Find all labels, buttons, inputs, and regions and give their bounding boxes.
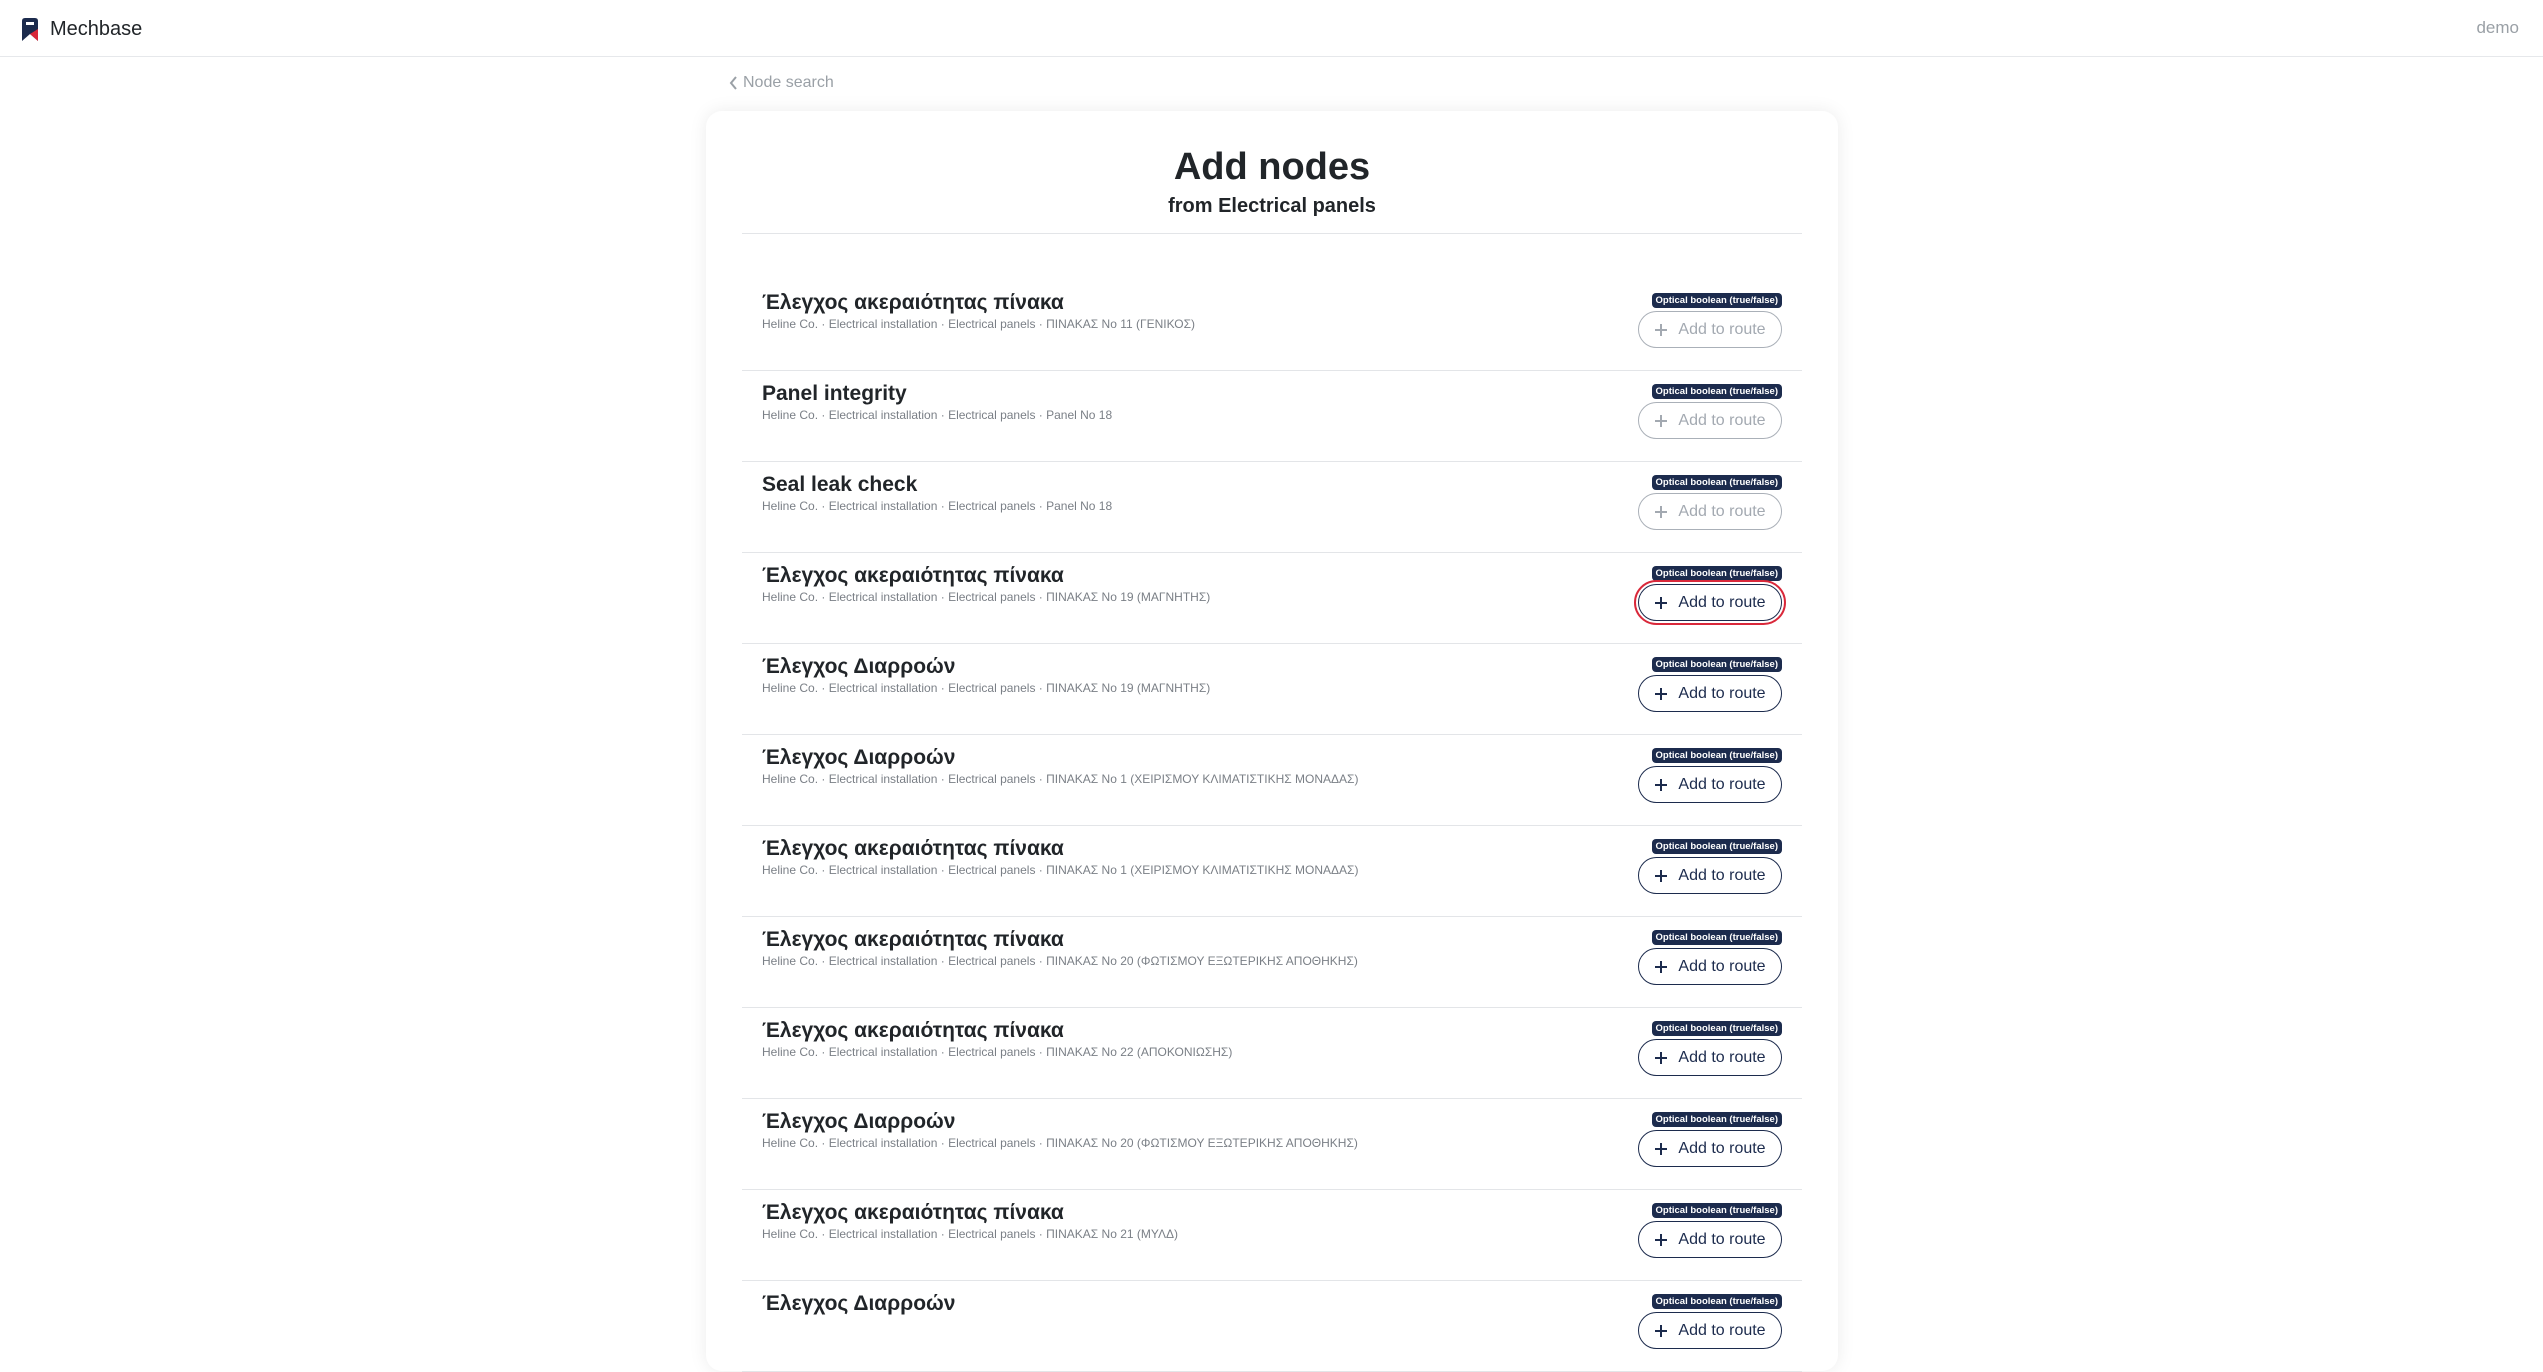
page-title: Add nodes <box>1173 146 1371 188</box>
page-subtitle: from Electrical panels <box>1168 195 1376 217</box>
node-path: Heline Co. · Electrical installation · E… <box>762 499 1113 513</box>
plus-icon <box>1655 1233 1668 1246</box>
add-to-route-label: Add to route <box>1678 411 1766 429</box>
add-to-route-button[interactable]: Add to route <box>1638 675 1782 712</box>
plus-icon <box>1655 505 1668 518</box>
node-row: Έλεγχος ακεραιότητας πίνακα Heline Co. · … <box>742 826 1802 917</box>
node-type-badge: Optical boolean (true/false) <box>1651 657 1782 672</box>
add-to-route-label: Add to route <box>1678 502 1766 520</box>
plus-icon <box>1655 960 1668 973</box>
node-title: Έλεγχος ακεραιότητας πίνακα <box>762 837 1064 860</box>
node-path: Heline Co. · Electrical installation · E… <box>762 590 1211 604</box>
back-to-node-search-link[interactable]: Node search <box>729 74 834 92</box>
plus-icon <box>1655 778 1668 791</box>
back-link-label: Node search <box>743 74 834 91</box>
node-type-badge: Optical boolean (true/false) <box>1651 566 1782 581</box>
node-type-badge: Optical boolean (true/false) <box>1651 1112 1782 1127</box>
node-type-badge: Optical boolean (true/false) <box>1651 1203 1782 1218</box>
node-path: Heline Co. · Electrical installation · E… <box>762 1227 1179 1241</box>
add-to-route-button[interactable]: Add to route <box>1638 1039 1782 1076</box>
node-path: Heline Co. · Electrical installation · E… <box>762 1136 1358 1150</box>
node-path: Heline Co. · Electrical installation · E… <box>762 408 1113 422</box>
node-row: Έλεγχος ακεραιότητας πίνακα Heline Co. · … <box>742 917 1802 1008</box>
plus-icon <box>1655 596 1668 609</box>
add-to-route-button[interactable]: Add to route <box>1634 580 1786 625</box>
plus-icon <box>1655 1324 1668 1337</box>
card-header: Add nodes from Electrical panels <box>742 111 1802 234</box>
add-to-route-label: Add to route <box>1678 957 1766 975</box>
node-title: Panel integrity <box>762 382 907 405</box>
plus-icon <box>1655 1142 1668 1155</box>
plus-icon <box>1655 869 1668 882</box>
brand-link[interactable]: Mechbase <box>20 14 142 44</box>
node-title: Έλεγχος Διαρροών <box>762 746 956 769</box>
node-title: Έλεγχος ακεραιότητας πίνακα <box>762 291 1064 314</box>
add-to-route-button[interactable]: Add to route <box>1638 948 1782 985</box>
node-type-badge: Optical boolean (true/false) <box>1651 1294 1782 1309</box>
node-row: Έλεγχος Διαρροών Optical boolean (true/fa… <box>742 1281 1802 1372</box>
add-to-route-label: Add to route <box>1678 593 1766 611</box>
node-type-badge: Optical boolean (true/false) <box>1651 930 1782 945</box>
node-row: Έλεγχος ακεραιότητας πίνακα Heline Co. · … <box>742 280 1802 371</box>
node-title: Έλεγχος Διαρροών <box>762 655 956 678</box>
top-navbar: Mechbase demo <box>0 0 2543 57</box>
add-to-route-label: Add to route <box>1678 320 1766 338</box>
mechbase-logo-icon <box>22 18 38 41</box>
node-type-badge: Optical boolean (true/false) <box>1651 1021 1782 1036</box>
node-path: Heline Co. · Electrical installation · E… <box>762 772 1359 786</box>
node-row: Panel integrity Heline Co. · Electrical i… <box>742 371 1802 462</box>
node-path: Heline Co. · Electrical installation · E… <box>762 317 1195 331</box>
add-to-route-button[interactable]: Add to route <box>1638 857 1782 894</box>
plus-icon <box>1655 414 1668 427</box>
chevron-left-icon <box>729 76 737 90</box>
plus-icon <box>1655 323 1668 336</box>
node-type-badge: Optical boolean (true/false) <box>1651 384 1782 399</box>
add-to-route-label: Add to route <box>1678 684 1766 702</box>
node-list: Έλεγχος ακεραιότητας πίνακα Heline Co. · … <box>742 280 1802 1372</box>
add-to-route-label: Add to route <box>1678 1321 1766 1339</box>
add-to-route-button[interactable]: Add to route <box>1638 311 1782 348</box>
node-row: Έλεγχος Διαρροών Heline Co. · Electrical … <box>742 1099 1802 1190</box>
node-title: Έλεγχος ακεραιότητας πίνακα <box>762 1201 1064 1224</box>
add-to-route-button[interactable]: Add to route <box>1638 1312 1782 1349</box>
node-title: Seal leak check <box>762 473 918 496</box>
node-row: Έλεγχος ακεραιότητας πίνακα Heline Co. · … <box>742 1008 1802 1099</box>
node-path: Heline Co. · Electrical installation · E… <box>762 863 1359 877</box>
add-to-route-button[interactable]: Add to route <box>1638 1130 1782 1167</box>
brand-name: Mechbase <box>50 17 143 40</box>
node-row: Έλεγχος Διαρροών Heline Co. · Electrical … <box>742 644 1802 735</box>
plus-icon <box>1655 687 1668 700</box>
add-to-route-label: Add to route <box>1678 775 1766 793</box>
add-to-route-button[interactable]: Add to route <box>1638 493 1782 530</box>
node-title: Έλεγχος Διαρροών <box>762 1292 956 1315</box>
node-type-badge: Optical boolean (true/false) <box>1651 475 1782 490</box>
add-to-route-button[interactable]: Add to route <box>1638 402 1782 439</box>
add-to-route-label: Add to route <box>1678 1048 1766 1066</box>
add-nodes-card: Add nodes from Electrical panels Έλεγχος… <box>706 111 1838 1372</box>
node-title: Έλεγχος Διαρροών <box>762 1110 956 1133</box>
node-type-badge: Optical boolean (true/false) <box>1651 748 1782 763</box>
node-type-badge: Optical boolean (true/false) <box>1651 839 1782 854</box>
add-to-route-label: Add to route <box>1678 1139 1766 1157</box>
node-row: Έλεγχος ακεραιότητας πίνακα Heline Co. · … <box>742 1190 1802 1281</box>
node-title: Έλεγχος ακεραιότητας πίνακα <box>762 1019 1064 1042</box>
node-title: Έλεγχος ακεραιότητας πίνακα <box>762 928 1064 951</box>
node-path: Heline Co. · Electrical installation · E… <box>762 681 1211 695</box>
node-path: Heline Co. · Electrical installation · E… <box>762 1045 1233 1059</box>
add-to-route-label: Add to route <box>1678 866 1766 884</box>
node-row: Έλεγχος Διαρροών Heline Co. · Electrical … <box>742 735 1802 826</box>
add-to-route-button[interactable]: Add to route <box>1638 766 1782 803</box>
node-path: Heline Co. · Electrical installation · E… <box>762 954 1358 968</box>
add-to-route-button[interactable]: Add to route <box>1638 1221 1782 1258</box>
node-row: Έλεγχος ακεραιότητας πίνακα Heline Co. · … <box>742 553 1802 644</box>
node-row: Seal leak check Heline Co. · Electrical i… <box>742 462 1802 553</box>
user-menu[interactable]: demo <box>2476 18 2519 38</box>
node-type-badge: Optical boolean (true/false) <box>1651 293 1782 308</box>
plus-icon <box>1655 1051 1668 1064</box>
add-to-route-label: Add to route <box>1678 1230 1766 1248</box>
node-title: Έλεγχος ακεραιότητας πίνακα <box>762 564 1064 587</box>
